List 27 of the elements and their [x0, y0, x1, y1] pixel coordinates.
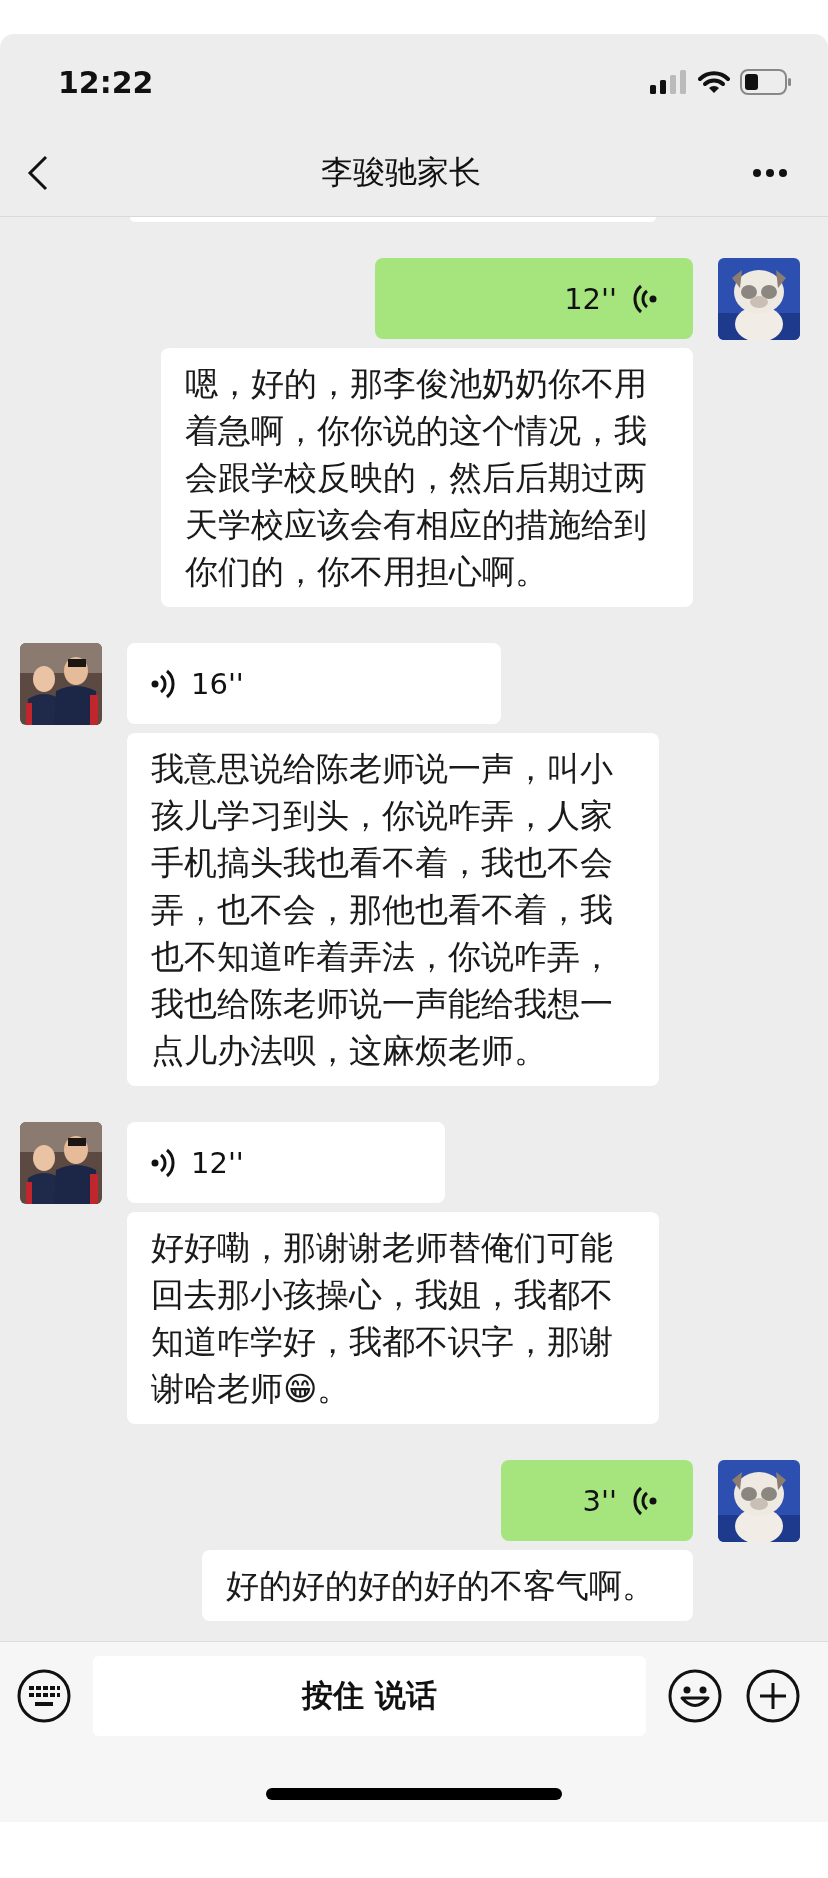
battery-icon [740, 69, 792, 95]
wifi-icon [698, 70, 730, 94]
plus-icon[interactable] [746, 1669, 800, 1723]
voice-message[interactable]: 16'' [127, 643, 501, 724]
back-icon[interactable] [26, 155, 50, 191]
hold-to-talk-button[interactable]: 按住 说话 [93, 1656, 646, 1736]
voice-transcript: 我意思说给陈老师说一声，叫小孩儿学习到头，你说咋弄，人家手机搞头我也看不着，我也不会弄，也不会，那他也看不着，我也不知道咋着弄法，你说咋弄，我也给陈老师说一声能给我想一点儿办法呗，这麻烦老师。 [127, 733, 659, 1086]
voice-transcript: 好好嘞，那谢谢老师替俺们可能回去那小孩操心，我姐，我都不知道咋学好，我都不识字，那谢谢哈老师😁。 [127, 1212, 659, 1424]
voice-message[interactable]: 12'' [127, 1122, 445, 1203]
keyboard-icon[interactable] [17, 1669, 71, 1723]
status-time: 12:22 [58, 64, 154, 100]
sound-wave-icon [631, 283, 657, 314]
voice-duration: 3'' [582, 1483, 617, 1518]
voice-transcript: 嗯，好的，那李俊池奶奶你不用着急啊，你你说的这个情况，我会跟学校反映的，然后后期过两天学校应该会有相应的措施给到你们的，你不用担心啊。 [161, 348, 693, 607]
voice-message[interactable]: 12'' [375, 258, 693, 339]
signal-icon [650, 70, 688, 94]
voice-duration: 12'' [191, 1145, 244, 1180]
chat-title: 李骏驰家长 [321, 152, 481, 193]
voice-duration: 16'' [191, 666, 244, 701]
sound-wave-icon [631, 1485, 657, 1516]
more-icon[interactable] [752, 168, 788, 178]
voice-message[interactable]: 3'' [501, 1460, 693, 1541]
sound-wave-icon [151, 1147, 177, 1178]
emoji-icon[interactable] [668, 1669, 722, 1723]
sound-wave-icon [151, 668, 177, 699]
voice-duration: 12'' [564, 281, 617, 316]
voice-transcript: 好的好的好的好的不客气啊。 [202, 1550, 693, 1621]
